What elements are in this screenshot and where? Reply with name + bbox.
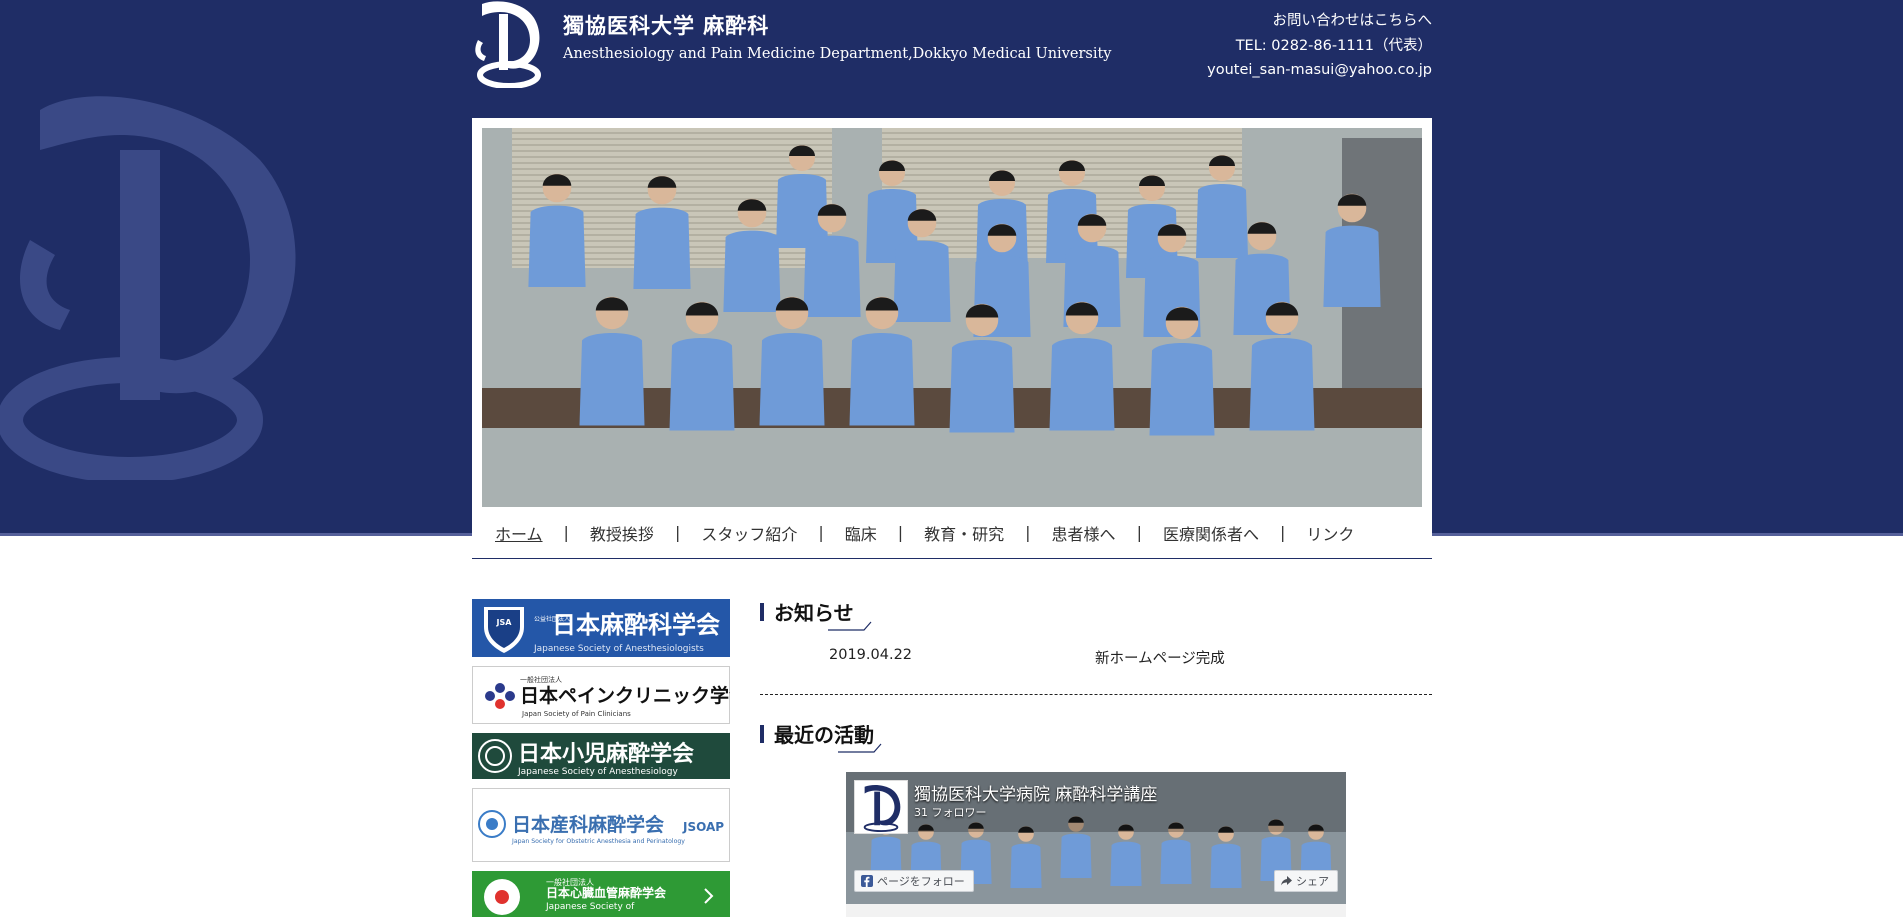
- jsa-badge: JSA: [496, 618, 513, 627]
- staff-figure: [633, 207, 691, 289]
- share-arrow-icon: [1281, 876, 1292, 886]
- staff-figure: [1249, 338, 1315, 431]
- staff-figure: [803, 235, 861, 317]
- hero-frame: [472, 118, 1432, 563]
- main-content: お知らせ 2019.04.22 新ホームページ完成 最近の活動 獨協医科大学病院…: [760, 599, 1432, 917]
- nav-staff[interactable]: スタッフ紹介: [701, 521, 797, 545]
- nav-home[interactable]: ホーム: [495, 521, 543, 545]
- jspc-prefix: 一般社団法人: [520, 675, 562, 684]
- contact-phone: TEL: 0282-86-1111（代表）: [1235, 37, 1432, 54]
- nav-education-research[interactable]: 教育・研究: [924, 521, 1004, 545]
- staff-figure: [1010, 843, 1042, 888]
- jsa-name: 日本麻酔科学会: [552, 611, 720, 639]
- jspa-name: 日本小児麻酔学会: [518, 741, 694, 767]
- staff-figure: [949, 340, 1015, 433]
- recent-section-title: 最近の活動: [760, 721, 1432, 753]
- news-section-title: お知らせ: [760, 599, 1432, 631]
- nav-professor-greeting[interactable]: 教授挨拶: [590, 521, 654, 545]
- facebook-followers: 31 フォロワー: [914, 806, 987, 819]
- facebook-follow-button[interactable]: ページをフォロー: [854, 870, 974, 892]
- nav-patients[interactable]: 患者様へ: [1052, 521, 1116, 545]
- facebook-share-label: シェア: [1296, 875, 1329, 888]
- news-item: 2019.04.22 新ホームページ完成: [760, 643, 1432, 683]
- staff-figure: [1149, 343, 1215, 436]
- staff-figure: [528, 205, 586, 287]
- facebook-timeline-bar: [846, 904, 1346, 917]
- staff-group-photo: [482, 128, 1422, 507]
- nav-clinical[interactable]: 臨床: [845, 521, 877, 545]
- nav-separator: |: [674, 523, 681, 542]
- jspa-english: Japanese Society of Anesthesiology: [517, 767, 678, 777]
- title-underline-icon: [838, 743, 882, 753]
- facebook-page-widget[interactable]: 獨協医科大学病院 麻酔科学講座 31 フォロワー ページをフォロー シェア: [846, 772, 1346, 917]
- jscva-english: Japanese Society of: [545, 902, 635, 912]
- staff-figure: [1210, 843, 1242, 888]
- jspc-english: Japan Society of Pain Clinicians: [521, 710, 631, 718]
- nav-separator: |: [1025, 523, 1031, 542]
- staff-figure: [1323, 225, 1381, 307]
- site-title: 獨協医科大学 麻酔科: [563, 13, 770, 38]
- contact-email[interactable]: youtei_san-masui@yahoo.co.jp: [1207, 58, 1432, 83]
- contact-info: お問い合わせはこちらへ TEL: 0282-86-1111（代表） youtei…: [1207, 9, 1432, 83]
- title-underline-icon: [828, 621, 872, 631]
- facebook-page-name[interactable]: 獨協医科大学病院 麻酔科学講座: [914, 780, 1157, 805]
- banner-jsa[interactable]: JSA 公益社団法人 日本麻酔科学会 Japanese Society of A…: [472, 599, 730, 657]
- staff-figure: [579, 333, 645, 426]
- nav-medical-professionals[interactable]: 医療関係者へ: [1163, 521, 1259, 545]
- jscva-name: 日本心臓血管麻酔学会: [546, 885, 667, 900]
- facebook-follow-label: ページをフォロー: [877, 875, 965, 888]
- site-subtitle: Anesthesiology and Pain Medicine Departm…: [563, 46, 1112, 62]
- facebook-icon: [861, 875, 873, 887]
- university-logo-icon: [475, 1, 541, 88]
- main-nav: ホーム | 教授挨拶 | スタッフ紹介 | 臨床 | 教育・研究 | 患者様へ …: [472, 507, 1432, 559]
- contact-heading: お問い合わせはこちらへ: [1272, 13, 1433, 29]
- nav-separator: |: [818, 523, 824, 542]
- staff-figure: [893, 240, 951, 322]
- news-text[interactable]: 新ホームページ完成: [1095, 647, 1225, 668]
- nav-links[interactable]: リンク: [1306, 521, 1354, 545]
- staff-figure: [1049, 338, 1115, 431]
- news-divider: [760, 694, 1432, 695]
- nav-separator: |: [1279, 523, 1286, 542]
- banner-pain-clinicians[interactable]: 一般社団法人 日本ペインクリニック学会 Japan Society of Pai…: [472, 666, 730, 724]
- jspc-name: 日本ペインクリニック学会: [520, 684, 730, 707]
- sidebar-banners: JSA 公益社団法人 日本麻酔科学会 Japanese Society of A…: [472, 599, 730, 917]
- jsoap-english: Japan Society for Obstetric Anesthesia a…: [511, 838, 685, 845]
- staff-figure: [1160, 839, 1192, 884]
- jsa-english: Japanese Society of Anesthesiologists: [533, 644, 704, 654]
- background-logo-mark: [0, 96, 296, 480]
- staff-figure: [669, 338, 735, 431]
- banner-cardiovascular-anesthesia[interactable]: 一般社団法人 日本心臓血管麻酔学会 Japanese Society of: [472, 871, 730, 917]
- staff-figure: [1110, 841, 1142, 886]
- nav-separator: |: [897, 523, 904, 542]
- facebook-share-button[interactable]: シェア: [1274, 870, 1338, 892]
- news-date: 2019.04.22: [829, 647, 913, 663]
- banner-pediatric-anesthesia[interactable]: 日本小児麻酔学会 Japanese Society of Anesthesiol…: [472, 733, 730, 779]
- staff-figure: [849, 333, 915, 426]
- staff-figure: [1060, 833, 1092, 878]
- facebook-page-avatar: [854, 780, 908, 834]
- staff-figure: [759, 333, 825, 426]
- nav-separator: |: [1136, 523, 1142, 542]
- banner-obstetric-anesthesia[interactable]: 日本産科麻酔学会 JSOAP Japan Society for Obstetr…: [472, 788, 730, 862]
- jsoap-name: 日本産科麻酔学会: [512, 813, 664, 836]
- staff-figure: [1196, 184, 1248, 258]
- jsoap-suffix: JSOAP: [682, 820, 724, 834]
- nav-separator: |: [563, 523, 569, 542]
- staff-figure: [723, 230, 781, 312]
